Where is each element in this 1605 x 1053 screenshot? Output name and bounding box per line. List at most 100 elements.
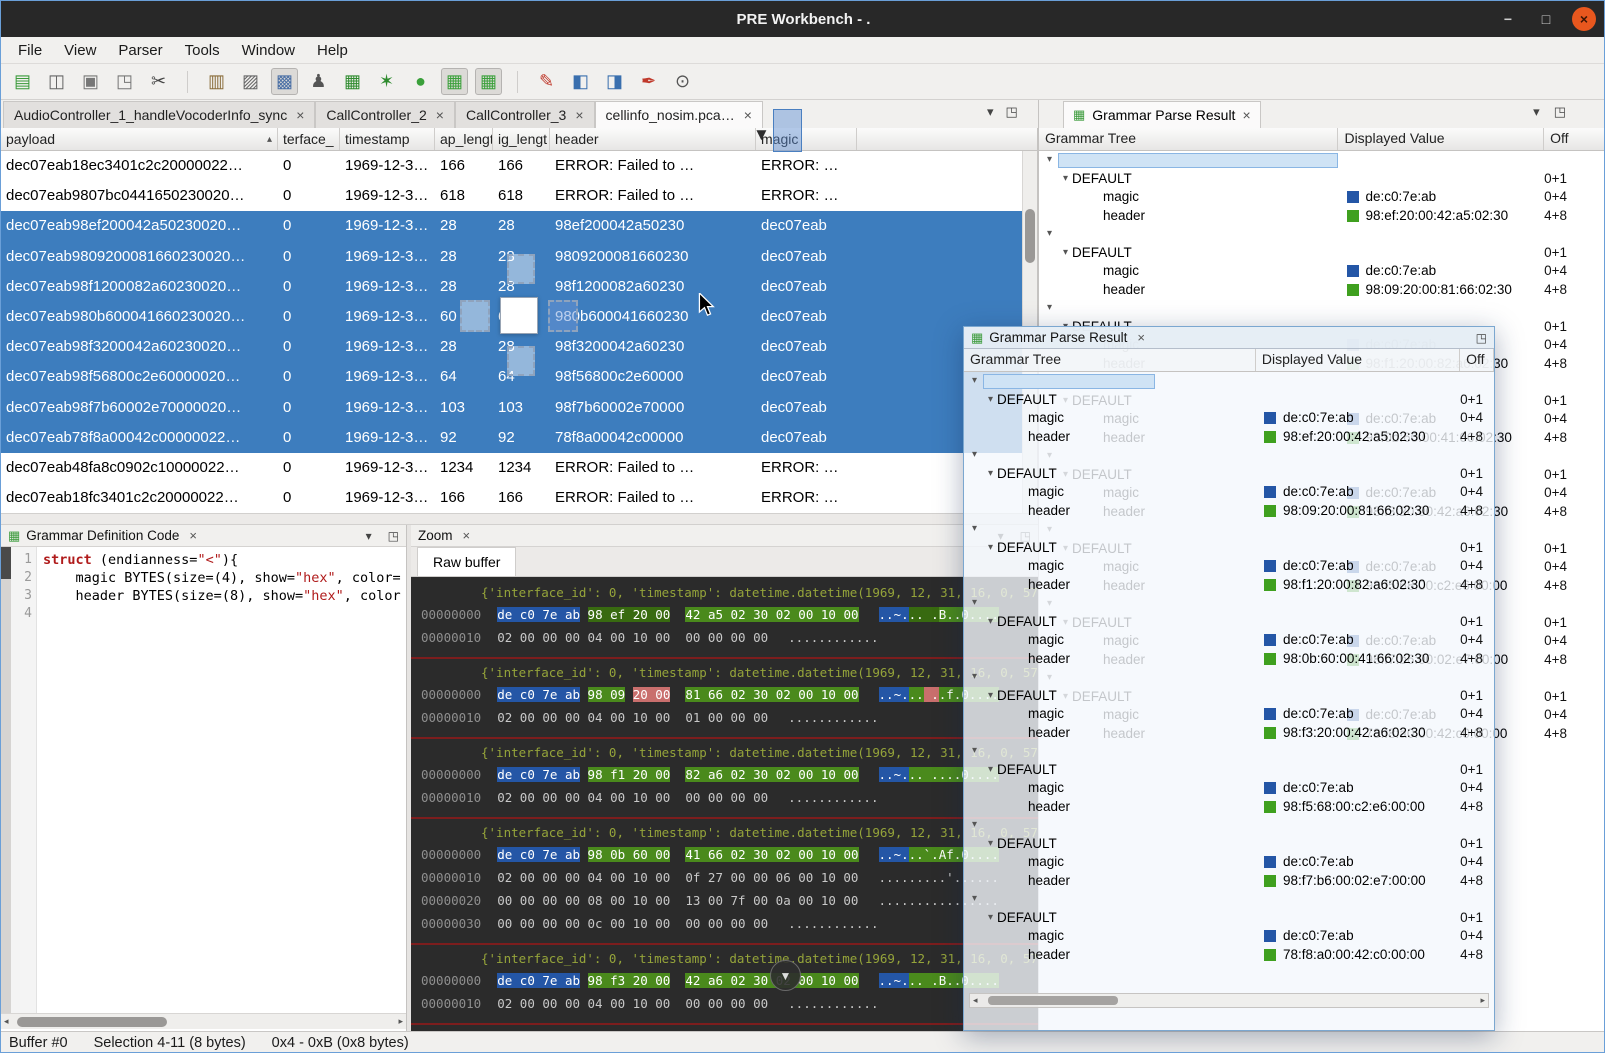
minimize-button[interactable]: − (1496, 7, 1520, 31)
code-panel-header[interactable]: ▦ Grammar Definition Code × ▾ ◳ (1, 525, 406, 547)
marker-icon[interactable]: ✎ (533, 68, 560, 95)
tree-node-row[interactable]: ▾DEFAULT0+1 (964, 391, 1494, 410)
code-editor[interactable]: 1234 struct (endianness="<"){ magic BYTE… (1, 547, 406, 1013)
column-header-timestamp[interactable]: timestamp (340, 128, 435, 150)
tree-leaf-row[interactable]: magicde:c0:7e:ab0+4 (964, 557, 1494, 576)
column-offset[interactable]: Off (1460, 349, 1494, 371)
scroll-left-icon[interactable]: ◂ (4, 1016, 9, 1027)
table-row[interactable]: dec07eab9807bc0441650230020…01969-12-3…6… (1, 181, 1037, 211)
tab-close-icon[interactable]: × (575, 107, 583, 123)
tab-close-icon[interactable]: × (296, 107, 304, 123)
print-icon[interactable]: ▨ (237, 68, 264, 95)
floating-grammar-parse-result-window[interactable]: ▦ Grammar Parse Result × ◳ Grammar Tree … (963, 326, 1495, 1031)
menu-help[interactable]: Help (306, 39, 359, 62)
tree-root-row[interactable]: ▾ (964, 446, 1494, 465)
expander-icon[interactable]: ▾ (988, 761, 993, 780)
column-header-terface[interactable]: terface_ (278, 128, 340, 150)
expander-icon[interactable]: ▾ (972, 890, 977, 909)
tree-root-row[interactable]: ▾ (1039, 151, 1605, 170)
hex-line[interactable]: 0000001002 00 00 00 04 00 10 00 00 00 00… (411, 626, 1038, 649)
tree-root-row[interactable]: ▾ (1039, 225, 1605, 244)
title-bar[interactable]: PRE Workbench - . − □ × (1, 1, 1605, 37)
column-header-iglengt[interactable]: ig_lengt (493, 128, 550, 150)
tree-leaf-row[interactable]: header98:f7:b6:00:02:e7:00:004+8 (964, 872, 1494, 891)
horizontal-splitter[interactable] (1, 513, 1038, 525)
tree-node-row[interactable]: ▾DEFAULT0+1 (964, 687, 1494, 706)
scroll-right-icon[interactable]: ▸ (398, 1016, 403, 1027)
tree-leaf-row[interactable]: header98:f1:20:00:82:a6:02:304+8 (964, 576, 1494, 595)
column-displayed-value[interactable]: Displayed Value (1256, 349, 1460, 371)
table-row[interactable]: dec07eab98ef200042a50230020…01969-12-3…2… (1, 211, 1037, 241)
zoom-panel-close-icon[interactable]: × (463, 528, 471, 543)
tree-root-row[interactable]: ▾ (964, 816, 1494, 835)
code-panel-detach-icon[interactable]: ◳ (388, 529, 399, 543)
table-row[interactable]: dec07eab98f7b60002e70000020…01969-12-3…1… (1, 393, 1037, 423)
parse-grid-icon[interactable]: ▦ (441, 68, 468, 95)
hex-line[interactable]: 0000002000 00 00 00 08 00 10 00 13 00 7f… (411, 889, 1038, 912)
code-panel-close-icon[interactable]: × (189, 528, 197, 543)
tree-leaf-row[interactable]: header98:f5:68:00:c2:e6:00:004+8 (964, 798, 1494, 817)
doc-tab-1[interactable]: AudioController_1_handleVocoderInfo_sync… (3, 101, 315, 128)
cut-icon[interactable]: ✂ (145, 68, 172, 95)
hex-line[interactable]: 00000000de c0 7e ab 98 ef 20 00 42 a5 02… (411, 603, 1038, 626)
column-grammar-tree[interactable]: Grammar Tree (1039, 128, 1338, 150)
column-header-aplengt[interactable]: ap_lengt (435, 128, 493, 150)
hex-line[interactable]: 0000001002 00 00 00 04 00 10 00 0f 27 00… (411, 866, 1038, 889)
hex-line[interactable]: 00000000de c0 7e ab 98 0b 60 00 41 66 02… (411, 843, 1038, 866)
code-lines[interactable]: struct (endianness="<"){ magic BYTES(siz… (37, 547, 406, 1013)
hex-line[interactable]: 00000000de c0 7e ab 98 09 20 00 81 66 02… (411, 683, 1038, 706)
parse-grid-2-icon[interactable]: ▦ (475, 68, 502, 95)
tree-root-row[interactable]: ▾ (964, 594, 1494, 613)
hex-line[interactable]: 00000000de c0 7e ab 98 f3 20 00 42 a6 02… (411, 969, 1038, 992)
table-row[interactable]: dec07eab18fc3401c2c20000022…01969-12-3…1… (1, 483, 1037, 513)
column-header-magic[interactable]: magic (756, 128, 857, 150)
save-icon[interactable]: ▣ (77, 68, 104, 95)
tree-leaf-row[interactable]: header98:ef:20:00:42:a5:02:304+8 (964, 428, 1494, 447)
doc-tab-3[interactable]: CallController_3× (455, 101, 595, 128)
hex-line[interactable]: 0000001002 00 00 00 04 00 10 00 00 00 00… (411, 992, 1038, 1015)
tree-leaf-row[interactable]: magicde:c0:7e:ab0+4 (1039, 188, 1605, 207)
tree-root-row[interactable]: ▾ (964, 668, 1494, 687)
tree-root-row[interactable]: ▾ (964, 520, 1494, 539)
column-header-payload[interactable]: payload▴ (1, 128, 278, 150)
menu-window[interactable]: Window (231, 39, 306, 62)
scroll-left-icon[interactable]: ◂ (973, 995, 978, 1006)
code-horizontal-scrollbar[interactable]: ◂ ▸ (1, 1013, 406, 1029)
tree-node-row[interactable]: ▾DEFAULT0+1 (964, 909, 1494, 928)
user-icon[interactable]: ♟ (305, 68, 332, 95)
hex-line[interactable]: 00000000de c0 7e ab 98 f1 20 00 82 a6 02… (411, 763, 1038, 786)
tree-leaf-row[interactable]: magicde:c0:7e:ab0+4 (964, 705, 1494, 724)
paste-icon[interactable]: ▥ (203, 68, 230, 95)
tree-edit-box[interactable] (1058, 153, 1338, 168)
tree-leaf-row[interactable]: header98:f3:20:00:42:a6:02:304+8 (964, 724, 1494, 743)
tab-raw-buffer[interactable]: Raw buffer (417, 547, 516, 576)
tree-leaf-row[interactable]: magicde:c0:7e:ab0+4 (964, 631, 1494, 650)
tree-leaf-row[interactable]: magicde:c0:7e:ab0+4 (964, 483, 1494, 502)
tree-leaf-row[interactable]: magicde:c0:7e:ab0+4 (1039, 262, 1605, 281)
tree-leaf-row[interactable]: header98:0b:60:00:41:66:02:304+8 (964, 650, 1494, 669)
dock-tab-grammar-parse-result[interactable]: ▦ Grammar Parse Result × (1063, 101, 1261, 128)
expander-icon[interactable]: ▾ (988, 909, 993, 928)
tree-leaf-row[interactable]: header78:f8:a0:00:42:c0:00:004+8 (964, 946, 1494, 965)
copy-icon[interactable]: ◫ (43, 68, 70, 95)
expander-icon[interactable]: ▾ (972, 668, 977, 687)
tree-leaf-row[interactable]: header98:09:20:00:81:66:02:304+8 (1039, 281, 1605, 300)
pin-icon[interactable]: ✒ (635, 68, 662, 95)
expander-icon[interactable]: ▾ (972, 520, 977, 539)
doc-tab-4[interactable]: cellinfo_nosim.pca…× (595, 101, 763, 128)
tree-node-row[interactable]: ▾DEFAULT0+1 (964, 539, 1494, 558)
expander-icon[interactable]: ▾ (988, 391, 993, 410)
dock-detach-icon[interactable]: ◳ (1554, 104, 1566, 120)
tree-root-row[interactable]: ▾ (1039, 299, 1605, 318)
expander-icon[interactable]: ▾ (988, 465, 993, 484)
hex-line[interactable]: 0000001002 00 00 00 04 00 10 00 00 00 00… (411, 786, 1038, 809)
tree-root-row[interactable]: ▾ (964, 742, 1494, 761)
float-window-header[interactable]: ▦ Grammar Parse Result × ◳ (964, 327, 1494, 349)
scroll-down-indicator[interactable]: ▼ (770, 960, 801, 991)
tree-leaf-row[interactable]: magicde:c0:7e:ab0+4 (964, 853, 1494, 872)
dock-tab-close-icon[interactable]: × (1242, 107, 1250, 123)
expander-icon[interactable]: ▾ (988, 835, 993, 854)
search-icon[interactable]: ⊙ (669, 68, 696, 95)
expander-icon[interactable]: ▾ (972, 742, 977, 761)
zoom-panel-header[interactable]: Zoom × ▾ ◳ (411, 525, 1038, 547)
